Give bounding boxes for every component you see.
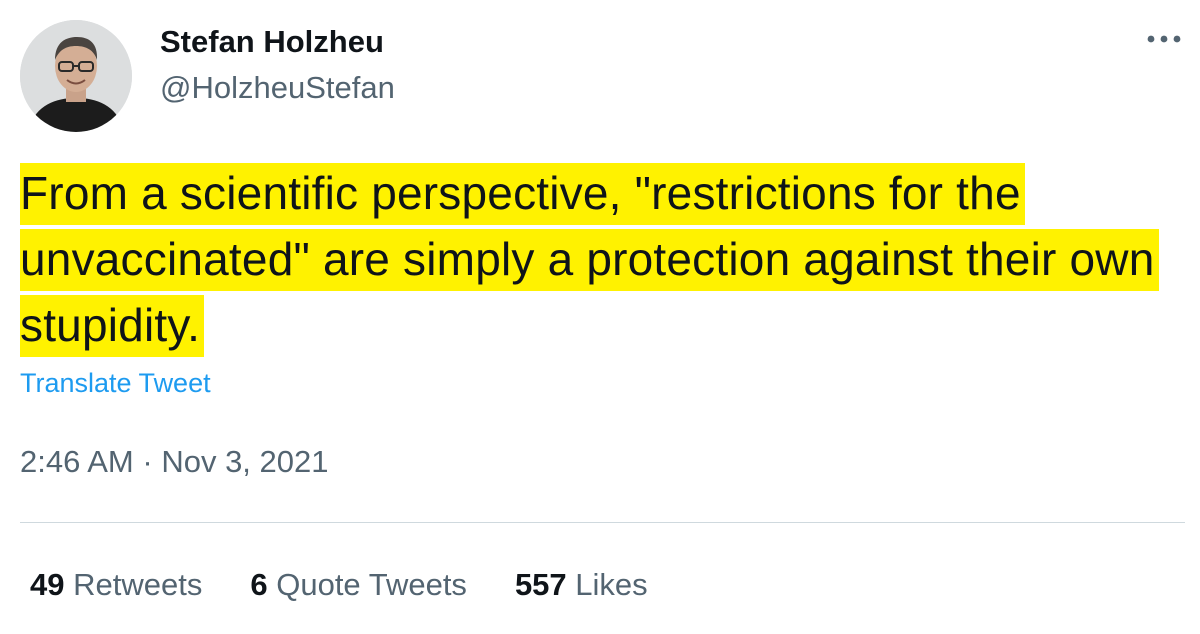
tweet-time[interactable]: 2:46 AM (20, 444, 134, 479)
more-options-button[interactable] (1142, 24, 1186, 54)
translate-tweet-link[interactable]: Translate Tweet (20, 366, 211, 400)
tweet-text: From a scientific perspective, "restrict… (20, 160, 1170, 358)
likes-stat[interactable]: 557 Likes (515, 567, 648, 603)
retweets-count: 49 (30, 567, 65, 602)
quote-tweets-count: 6 (250, 567, 268, 602)
retweets-stat[interactable]: 49 Retweets (30, 567, 202, 603)
tweet-date[interactable]: Nov 3, 2021 (161, 444, 328, 479)
engagement-stats: 49 Retweets 6 Quote Tweets 557 Likes (30, 567, 648, 603)
tweet-text-highlighted: From a scientific perspective, "restrict… (20, 163, 1159, 357)
more-horizontal-icon (1147, 35, 1181, 43)
stats-divider (20, 522, 1185, 523)
likes-count: 557 (514, 567, 567, 602)
retweets-label: Retweets (73, 567, 203, 602)
tweet-timestamp: 2:46 AM · Nov 3, 2021 (20, 444, 329, 480)
tweet-card: Stefan Holzheu @HolzheuStefan From a sci… (0, 0, 1200, 634)
likes-label: Likes (575, 567, 648, 602)
avatar[interactable] (20, 20, 132, 132)
author-info: Stefan Holzheu @HolzheuStefan (160, 24, 395, 106)
display-name[interactable]: Stefan Holzheu (160, 24, 395, 60)
quote-tweets-label: Quote Tweets (276, 567, 467, 602)
user-handle[interactable]: @HolzheuStefan (160, 70, 395, 106)
timestamp-separator: · (142, 444, 153, 479)
profile-photo-icon (20, 20, 132, 132)
quote-tweets-stat[interactable]: 6 Quote Tweets (250, 567, 467, 603)
